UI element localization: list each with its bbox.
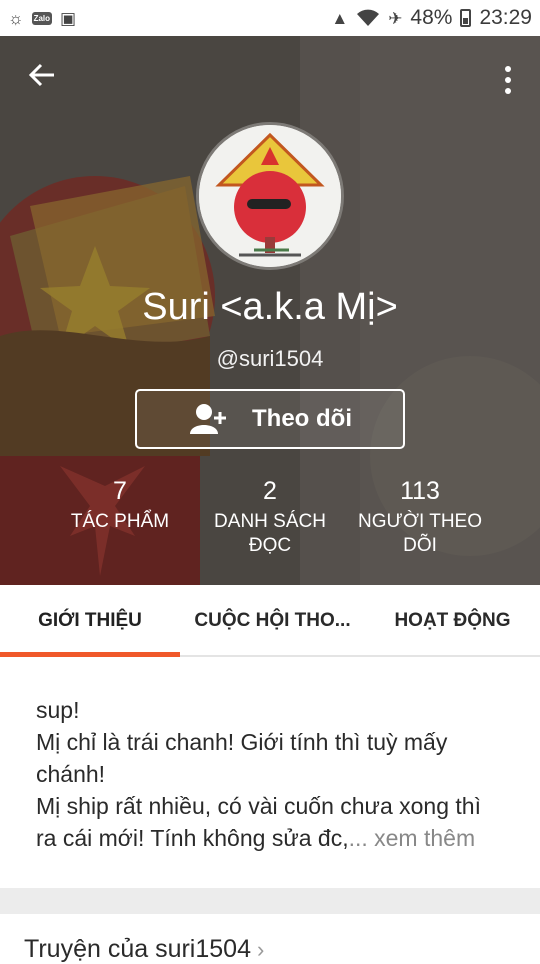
back-arrow-icon xyxy=(28,63,54,87)
more-dot-icon xyxy=(505,88,511,94)
more-dot-icon xyxy=(505,66,511,72)
stat-label: TÁC PHẨM xyxy=(40,510,200,534)
clock: 23:29 xyxy=(479,6,532,29)
stat-value: 7 xyxy=(113,477,127,505)
avatar[interactable] xyxy=(196,122,344,270)
zalo-icon: Zalo xyxy=(31,11,53,25)
stat-reading-lists[interactable]: 2 DANH SÁCH ĐỌC xyxy=(190,476,350,558)
more-options-button[interactable] xyxy=(498,62,518,98)
profile-display-name: Suri <a.k.a Mị> xyxy=(142,286,398,328)
about-line: sup! xyxy=(36,697,80,723)
stat-label-line: NGƯỜI THEO xyxy=(357,511,482,532)
about-section: sup! Mị chỉ là trái chanh! Giới tính thì… xyxy=(36,694,506,854)
stat-label-line: DANH SÁCH xyxy=(214,511,326,532)
active-tab-indicator xyxy=(0,652,180,657)
stat-works[interactable]: 7 TÁC PHẨM xyxy=(40,476,200,534)
about-line: Mị chỉ là trái chanh! Giới tính thì tuỳ … xyxy=(36,729,448,787)
stat-value: 2 xyxy=(263,477,277,505)
section-divider xyxy=(0,888,540,914)
stat-label-line: DÕI xyxy=(403,535,437,556)
battery-icon xyxy=(460,9,472,27)
tab-conversations[interactable]: CUỘC HỘI THO... xyxy=(180,585,365,657)
clipboard-icon: ▣ xyxy=(60,8,77,28)
about-line-last: Mị ship rất nhiều, có vài cuốn chưa xong… xyxy=(36,790,506,854)
android-icon: ▲ xyxy=(331,8,349,28)
follow-button[interactable]: Theo dõi xyxy=(135,389,405,449)
weather-icon: ☼ xyxy=(8,8,24,28)
avatar-image xyxy=(199,125,341,267)
chevron-right-icon: › xyxy=(256,937,265,962)
tab-activity[interactable]: HOẠT ĐỘNG xyxy=(365,585,540,657)
stat-followers[interactable]: 113 NGƯỜI THEO DÕI xyxy=(340,476,500,558)
profile-header: Suri <a.k.a Mị> @suri1504 Theo dõi 7 TÁC… xyxy=(0,36,540,585)
follow-button-label: Theo dõi xyxy=(252,405,352,432)
stories-heading-text: Truyện của suri1504 xyxy=(24,935,251,963)
more-dot-icon xyxy=(505,77,511,83)
stat-label: DANH SÁCH ĐỌC xyxy=(190,510,350,558)
stat-value: 113 xyxy=(400,477,440,505)
wifi-icon xyxy=(357,9,380,26)
status-bar: ☼ Zalo ▣ ▲ ✈ 48% 23:29 xyxy=(0,0,540,36)
profile-tabs: GIỚI THIỆU CUỘC HỘI THO... HOẠT ĐỘNG xyxy=(0,585,540,657)
stat-label: NGƯỜI THEO DÕI xyxy=(340,510,500,558)
status-bar-left: ☼ Zalo ▣ xyxy=(8,10,76,27)
profile-username: @suri1504 xyxy=(216,346,324,371)
airplane-icon: ✈ xyxy=(388,8,403,28)
tab-about[interactable]: GIỚI THIỆU xyxy=(0,585,180,657)
see-more-link[interactable]: ... xem thêm xyxy=(349,825,476,851)
stat-label-line: TÁC PHẨM xyxy=(70,511,170,532)
battery-percent: 48% xyxy=(410,6,453,29)
add-user-icon xyxy=(190,404,226,434)
back-button[interactable] xyxy=(22,60,62,100)
stat-label-line: ĐỌC xyxy=(248,535,292,556)
status-bar-right: ▲ ✈ 48% 23:29 xyxy=(331,6,532,30)
